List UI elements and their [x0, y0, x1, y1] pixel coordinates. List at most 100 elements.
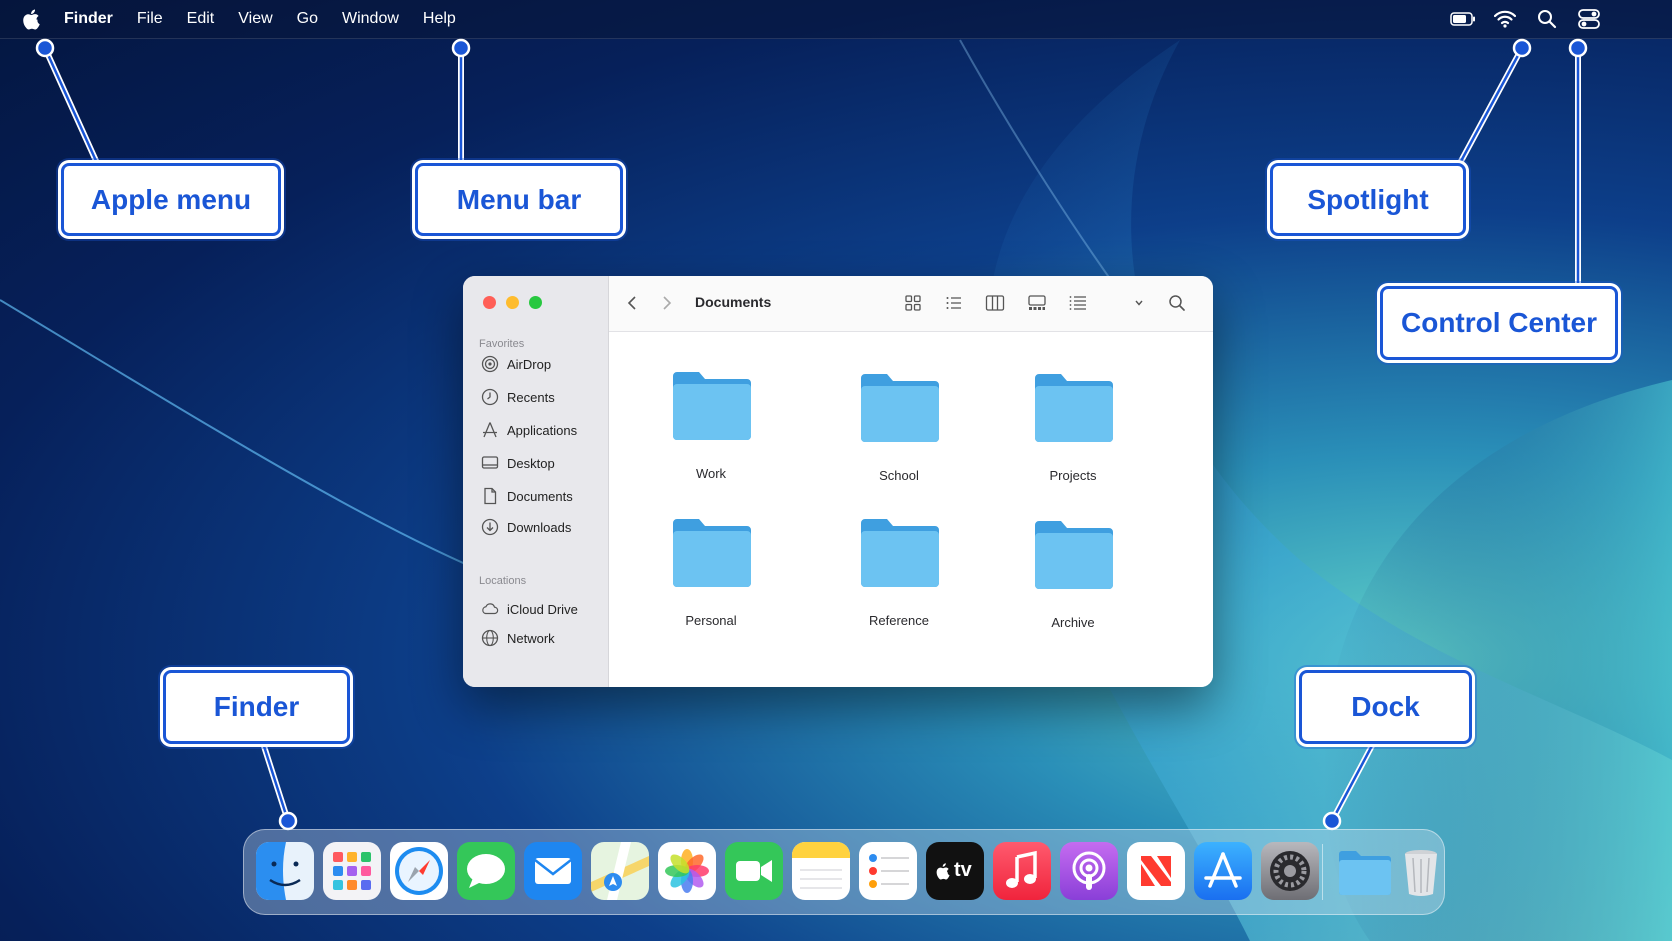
forward-chevron-icon[interactable] [656, 293, 678, 313]
menu-view[interactable]: View [238, 10, 272, 28]
download-icon [481, 518, 499, 536]
apple-tv-app-icon[interactable]: tv [926, 842, 984, 900]
sidebar-locations-heading: Locations [479, 575, 527, 587]
sidebar-item-label: AirDrop [507, 356, 552, 372]
dock: tv [243, 829, 1445, 915]
sidebar-item-label: Recents [507, 389, 555, 405]
gallery-view-icon[interactable] [1026, 293, 1048, 313]
launchpad-app-icon[interactable] [323, 842, 381, 900]
messages-app-icon[interactable] [457, 842, 515, 900]
folder-label: Personal [685, 613, 737, 628]
menu-file[interactable]: File [137, 10, 163, 28]
folder-item[interactable]: Projects [1013, 372, 1133, 483]
system-settings-app-icon[interactable] [1261, 842, 1319, 900]
zoom-button[interactable] [529, 296, 542, 309]
folder-item[interactable]: Archive [1013, 519, 1133, 630]
finder-window: Favorites AirDrop Recents Applications D… [463, 276, 1213, 687]
sidebar-favorites-heading: Favorites [479, 338, 525, 350]
desktop-icon [481, 454, 499, 472]
callout-menu-bar: Menu bar [415, 163, 623, 236]
globe-icon [481, 629, 499, 647]
folder-icon [1035, 374, 1113, 442]
sidebar-item-downloads[interactable]: Downloads [481, 515, 571, 539]
sidebar-item-desktop[interactable]: Desktop [481, 451, 555, 475]
apple-menu-icon[interactable] [22, 7, 44, 31]
podcasts-app-icon[interactable] [1060, 842, 1118, 900]
dock-separator [1322, 844, 1323, 900]
menu-help[interactable]: Help [423, 10, 456, 28]
applications-icon [481, 421, 499, 439]
folder-icon [673, 372, 751, 440]
control-center-icon[interactable] [1576, 6, 1602, 32]
folder-label: Archive [1051, 615, 1095, 630]
back-chevron-icon[interactable] [621, 293, 643, 313]
menu-window[interactable]: Window [342, 10, 399, 28]
news-app-icon[interactable] [1127, 842, 1185, 900]
sidebar-item-label: Documents [507, 488, 573, 504]
safari-app-icon[interactable] [390, 842, 448, 900]
spotlight-search-icon[interactable] [1534, 6, 1560, 32]
folder-label: Projects [1049, 468, 1097, 483]
sidebar-item-label: Network [507, 630, 555, 646]
callout-apple-menu: Apple menu [61, 163, 281, 236]
callout-control-center: Control Center [1380, 286, 1618, 360]
group-menu-icon[interactable] [1067, 293, 1089, 313]
downloads-folder-icon[interactable] [1336, 842, 1394, 900]
menu-app-name[interactable]: Finder [64, 10, 113, 28]
finder-sidebar: Favorites AirDrop Recents Applications D… [463, 276, 609, 687]
battery-icon[interactable] [1450, 6, 1476, 32]
window-title: Documents [695, 294, 772, 310]
finder-toolbar: Documents [609, 276, 1213, 332]
folder-icon [861, 519, 939, 587]
notes-app-icon[interactable] [792, 842, 850, 900]
sidebar-item-applications[interactable]: Applications [481, 418, 577, 442]
music-app-icon[interactable] [993, 842, 1051, 900]
folder-label: School [879, 468, 919, 483]
menu-go[interactable]: Go [297, 10, 318, 28]
callout-spotlight: Spotlight [1270, 163, 1466, 236]
sidebar-item-documents[interactable]: Documents [481, 484, 573, 508]
reminders-app-icon[interactable] [859, 842, 917, 900]
finder-app-icon[interactable] [256, 842, 314, 900]
icon-view-icon[interactable] [902, 293, 924, 313]
folder-icon [1035, 521, 1113, 589]
folder-icon [861, 374, 939, 442]
callout-finder: Finder [163, 670, 350, 744]
airdrop-icon [481, 355, 499, 373]
sidebar-item-label: Desktop [507, 455, 555, 471]
sidebar-item-recents[interactable]: Recents [481, 385, 555, 409]
folder-item[interactable]: School [839, 372, 959, 483]
cloud-icon [481, 600, 499, 618]
trash-icon[interactable] [1392, 842, 1450, 900]
folder-item[interactable]: Reference [839, 517, 959, 628]
facetime-app-icon[interactable] [725, 842, 783, 900]
sidebar-item-label: Downloads [507, 519, 572, 535]
callout-dock: Dock [1299, 670, 1472, 744]
search-icon[interactable] [1166, 293, 1188, 313]
menu-edit[interactable]: Edit [187, 10, 215, 28]
folder-icon [673, 519, 751, 587]
sidebar-item-airdrop[interactable]: AirDrop [481, 352, 551, 376]
minimize-button[interactable] [506, 296, 519, 309]
close-button[interactable] [483, 296, 496, 309]
mail-app-icon[interactable] [524, 842, 582, 900]
folder-item[interactable]: Work [651, 370, 771, 481]
clock-icon [481, 388, 499, 406]
folder-label: Work [695, 466, 727, 481]
sidebar-item-label: Applications [507, 422, 578, 438]
sidebar-item-icloud-drive[interactable]: iCloud Drive [481, 597, 578, 621]
folder-item[interactable]: Personal [651, 517, 771, 628]
list-view-icon[interactable] [943, 293, 965, 313]
menu-bar: Finder File Edit View Go Window Help [0, 0, 1672, 39]
photos-app-icon[interactable] [658, 842, 716, 900]
column-view-icon[interactable] [984, 293, 1006, 313]
wifi-icon[interactable] [1492, 6, 1518, 32]
sidebar-item-label: iCloud Drive [507, 601, 578, 617]
sidebar-item-network[interactable]: Network [481, 626, 555, 650]
app-store-app-icon[interactable] [1194, 842, 1252, 900]
finder-content: Work School Projects Personal Reference … [609, 332, 1213, 687]
document-icon [481, 487, 499, 505]
maps-app-icon[interactable] [591, 842, 649, 900]
folder-label: Reference [869, 613, 929, 628]
more-chevron-down-icon[interactable] [1128, 293, 1150, 313]
